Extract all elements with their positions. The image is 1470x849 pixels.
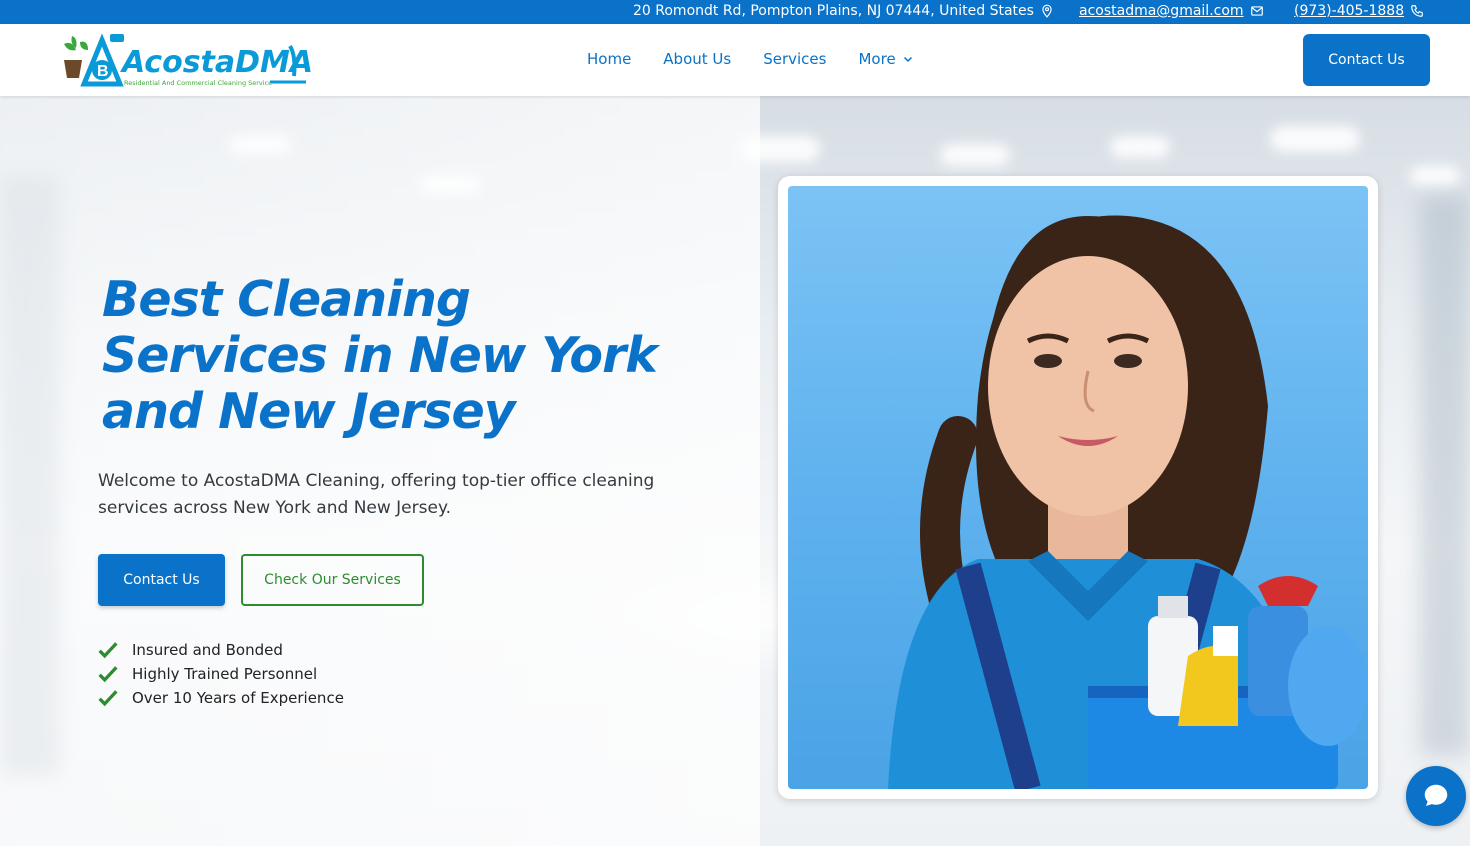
cleaner-illustration: [888, 215, 1368, 789]
check-icon: [98, 642, 118, 659]
hero-contact-button[interactable]: Contact Us: [98, 554, 225, 606]
ceiling-light: [1270, 126, 1360, 152]
acostadma-logo-graphic: B AcostaDMA Residential And Commercial C…: [64, 33, 313, 87]
background-pillar: [1420, 196, 1470, 756]
nav-home-label[interactable]: Home: [587, 50, 631, 68]
map-pin-icon: [1042, 4, 1052, 18]
phone-link[interactable]: (973)-405-1888: [1294, 3, 1424, 19]
svg-text:Residential And Commercial Cle: Residential And Commercial Cleaning Serv…: [124, 79, 272, 87]
headline-line: Services in New York: [102, 327, 658, 384]
nav-services[interactable]: Services: [763, 50, 826, 68]
list-item: Highly Trained Personnel: [98, 662, 344, 686]
svg-text:AcostaDMA: AcostaDMA: [120, 45, 313, 80]
mail-icon: [1250, 6, 1263, 16]
feature-list: Insured and Bonded Highly Trained Person…: [98, 638, 344, 710]
nav-services-label[interactable]: Services: [763, 50, 826, 68]
list-item: Over 10 Years of Experience: [98, 686, 344, 710]
list-item: Insured and Bonded: [98, 638, 344, 662]
headline-line: Best Cleaning: [102, 271, 471, 328]
phone-text[interactable]: (973)-405-1888: [1294, 3, 1404, 19]
address-text: 20 Romondt Rd, Pompton Plains, NJ 07444,…: [633, 3, 1034, 19]
cleaner-photo: [788, 186, 1368, 789]
main-nav: Home About Us Services More: [587, 50, 914, 68]
site-logo[interactable]: B AcostaDMA Residential And Commercial C…: [58, 30, 313, 92]
nav-about-label[interactable]: About Us: [663, 50, 731, 68]
hero-section: Best Cleaning Services in New York and N…: [0, 96, 1470, 846]
check-icon: [98, 666, 118, 683]
email-link[interactable]: acostadma@gmail.com: [1079, 3, 1264, 19]
site-header: B AcostaDMA Residential And Commercial C…: [0, 24, 1470, 96]
hero-headline: Best Cleaning Services in New York and N…: [102, 272, 702, 440]
chat-widget-button[interactable]: [1406, 766, 1466, 826]
feature-label: Over 10 Years of Experience: [132, 689, 344, 707]
svg-text:B: B: [97, 63, 109, 80]
hero-intro: Welcome to AcostaDMA Cleaning, offering …: [98, 471, 655, 518]
headline-line: and New Jersey: [102, 383, 516, 440]
nav-more-label[interactable]: More: [858, 50, 895, 68]
nav-more-dropdown[interactable]: More: [858, 50, 913, 68]
top-contact-bar: 20 Romondt Rd, Pompton Plains, NJ 07444,…: [0, 0, 1470, 24]
header-contact-button[interactable]: Contact Us: [1303, 34, 1430, 86]
check-icon: [98, 690, 118, 707]
chat-icon[interactable]: [1421, 781, 1451, 811]
ceiling-light: [1410, 166, 1460, 186]
hero-image-card: [778, 176, 1378, 799]
email-text[interactable]: acostadma@gmail.com: [1079, 3, 1244, 19]
feature-label: Insured and Bonded: [132, 641, 283, 659]
nav-home[interactable]: Home: [587, 50, 631, 68]
feature-label: Highly Trained Personnel: [132, 665, 318, 683]
address-item: 20 Romondt Rd, Pompton Plains, NJ 07444,…: [633, 3, 1054, 19]
phone-icon: [1411, 5, 1423, 17]
check-services-button[interactable]: Check Our Services: [241, 554, 424, 606]
nav-about-us[interactable]: About Us: [663, 50, 731, 68]
ceiling-light: [1110, 136, 1170, 158]
chevron-down-icon[interactable]: [902, 53, 914, 65]
ceiling-light: [940, 144, 1010, 166]
